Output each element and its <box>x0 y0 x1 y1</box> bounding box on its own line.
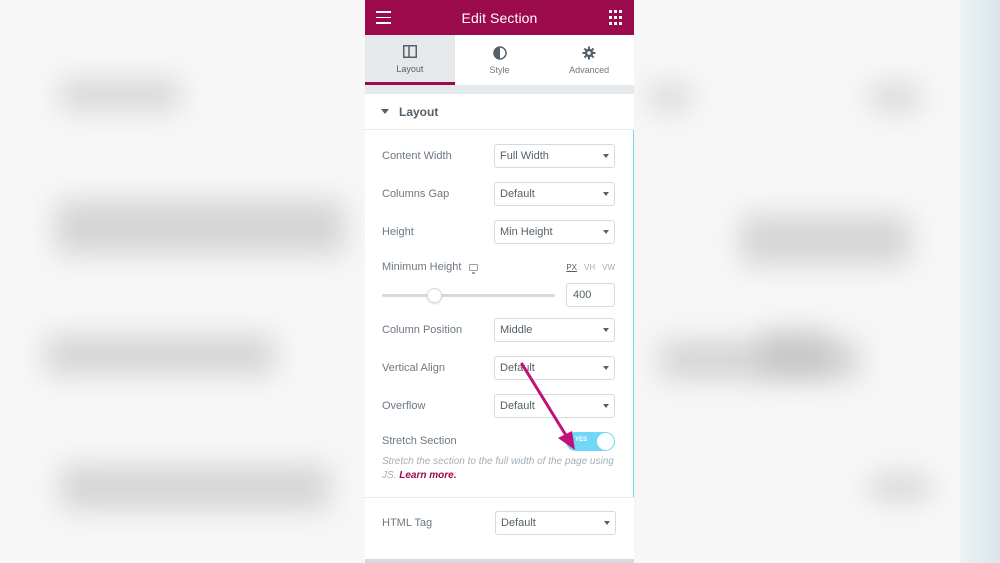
height-label: Height <box>382 226 414 238</box>
hamburger-menu-icon[interactable] <box>375 9 392 26</box>
control-stretch-section: Stretch Section YES <box>382 425 615 457</box>
dropdown-arrow-icon <box>603 192 609 196</box>
content-width-value: Full Width <box>500 150 549 162</box>
unit-vw[interactable]: VW <box>602 263 615 272</box>
section-title: Layout <box>399 104 439 119</box>
vertical-align-value: Default <box>500 362 535 374</box>
html-tag-label: HTML Tag <box>382 517 433 529</box>
minimum-height-slider[interactable] <box>382 287 555 303</box>
contrast-icon <box>492 45 507 61</box>
toggle-knob <box>597 432 614 450</box>
dropdown-arrow-icon <box>603 230 609 234</box>
stretch-section-toggle[interactable]: YES <box>566 431 615 451</box>
vertical-align-select[interactable]: Default <box>494 356 615 380</box>
tab-style[interactable]: Style <box>455 35 545 85</box>
minimum-height-input[interactable]: 400 <box>566 283 615 307</box>
tab-style-label: Style <box>489 65 510 75</box>
html-tag-select[interactable]: Default <box>495 511 616 535</box>
unit-px[interactable]: PX <box>566 263 577 272</box>
layout-section-toggle[interactable]: Layout <box>365 94 634 130</box>
height-value: Min Height <box>500 226 553 238</box>
minimum-height-label-wrap: Minimum Height <box>382 261 479 274</box>
columns-gap-value: Default <box>500 188 535 200</box>
tab-advanced-label: Advanced <box>569 65 610 75</box>
stretch-section-description: Stretch the section to the full width of… <box>382 455 615 497</box>
column-position-value: Middle <box>500 324 533 336</box>
content-width-label: Content Width <box>382 150 452 162</box>
divider <box>365 86 634 94</box>
panel-title: Edit Section <box>461 9 538 26</box>
tab-layout[interactable]: Layout <box>365 35 455 85</box>
control-column-position: Column Position Middle <box>382 311 615 349</box>
columns-icon <box>402 44 417 60</box>
overflow-select[interactable]: Default <box>494 394 615 418</box>
tab-layout-label: Layout <box>396 63 424 74</box>
slider-handle[interactable] <box>426 287 442 303</box>
vertical-align-label: Vertical Align <box>382 362 445 374</box>
toggle-yes-text: YES <box>575 436 588 443</box>
control-minimum-height: Minimum Height PX VH VW <box>382 255 615 279</box>
content-width-select[interactable]: Full Width <box>494 144 615 168</box>
panel-bottom-edge <box>365 559 634 563</box>
column-position-select[interactable]: Middle <box>494 318 615 342</box>
panel-header: Edit Section <box>365 0 634 35</box>
dropdown-arrow-icon <box>603 404 609 408</box>
overflow-label: Overflow <box>382 400 426 412</box>
control-height: Height Min Height <box>382 213 615 251</box>
minimum-height-label: Minimum Height <box>382 261 462 273</box>
column-position-label: Column Position <box>382 324 463 336</box>
caret-down-icon <box>381 109 389 114</box>
control-html-tag: HTML Tag Default <box>382 498 616 548</box>
dropdown-arrow-icon <box>603 154 609 158</box>
panel-tabs: Layout Style Advanced <box>365 35 634 86</box>
columns-gap-select[interactable]: Default <box>494 182 615 206</box>
layout-controls: Content Width Full Width Columns Gap Def… <box>365 130 634 497</box>
html-tag-section: HTML Tag Default <box>365 497 634 548</box>
dropdown-arrow-icon <box>604 521 610 525</box>
tab-advanced[interactable]: Advanced <box>544 35 634 85</box>
overflow-value: Default <box>500 400 535 412</box>
height-select[interactable]: Min Height <box>494 220 615 244</box>
stretch-section-label: Stretch Section <box>382 435 457 447</box>
columns-gap-label: Columns Gap <box>382 188 450 200</box>
dropdown-arrow-icon <box>603 366 609 370</box>
control-columns-gap: Columns Gap Default <box>382 175 615 213</box>
responsive-desktop-icon[interactable] <box>469 263 479 274</box>
control-vertical-align: Vertical Align Default <box>382 349 615 387</box>
html-tag-value: Default <box>501 517 536 529</box>
minimum-height-slider-row: 400 <box>382 279 615 311</box>
edit-section-panel: Edit Section Layout Style Advanced Layou… <box>365 0 634 563</box>
unit-switcher: PX VH VW <box>566 263 615 272</box>
widgets-grid-icon[interactable] <box>607 9 624 26</box>
control-content-width: Content Width Full Width <box>382 137 615 175</box>
gear-icon <box>582 45 596 61</box>
unit-vh[interactable]: VH <box>584 263 595 272</box>
control-overflow: Overflow Default <box>382 387 615 425</box>
dropdown-arrow-icon <box>603 328 609 332</box>
learn-more-link[interactable]: Learn more. <box>399 470 456 481</box>
